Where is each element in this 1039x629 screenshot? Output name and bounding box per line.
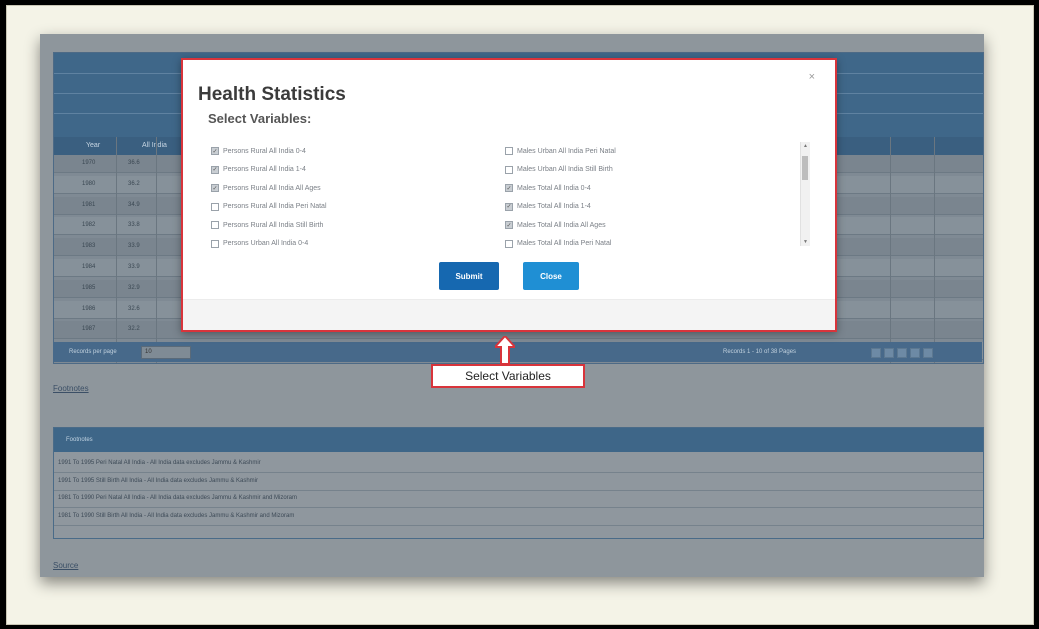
image-frame: Year All India 1970 36.6 1980 36.2 1981 34.9 1… <box>6 5 1034 625</box>
checkbox-unchecked[interactable] <box>211 221 219 229</box>
pager-status: Records 1 - 10 of 38 Pages <box>723 349 797 355</box>
checkbox-checked[interactable]: ✓ <box>505 202 513 211</box>
year-cell: 1982 <box>82 222 96 229</box>
checkbox-unchecked[interactable] <box>211 202 219 211</box>
variable-label: Males Urban All India Still Birth <box>517 166 613 173</box>
modal-title: Health Statistics <box>198 84 346 105</box>
variable-list-scrollbar[interactable]: ▲ ▼ <box>800 142 810 246</box>
variable-option[interactable]: Males Urban All India Peri Natal <box>505 144 616 158</box>
footnotes-panel: Footnotes 1991 To 1995 Peri Natal All In… <box>53 427 984 539</box>
modal-subtitle: Select Variables: <box>208 111 312 126</box>
footnote-text: 1991 To 1995 Peri Natal All India - All … <box>58 460 261 466</box>
variable-option[interactable]: ✓ Persons Rural All India 0-4 <box>211 144 306 158</box>
scroll-thumb[interactable] <box>802 156 808 180</box>
checkbox-unchecked[interactable] <box>505 147 513 155</box>
year-cell: 1986 <box>82 305 96 312</box>
variable-option[interactable]: ✓ Males Total All India All Ages <box>505 218 606 232</box>
footnotes-header: Footnotes <box>54 428 983 452</box>
value-cell: 36.6 <box>128 160 140 166</box>
pager-first-button[interactable] <box>871 348 881 358</box>
footnotes-link[interactable]: Footnotes <box>53 384 89 393</box>
variable-option[interactable]: Persons Rural All India Still Birth <box>211 218 323 232</box>
checkbox-checked[interactable]: ✓ <box>505 221 513 229</box>
table-pager: Records per page 10 Records 1 - 10 of 38… <box>53 342 982 362</box>
year-cell: 1980 <box>82 180 96 187</box>
variable-option[interactable]: Persons Rural All India Peri Natal <box>211 200 327 214</box>
submit-button[interactable]: Submit <box>439 262 499 290</box>
checkbox-unchecked[interactable] <box>211 239 219 248</box>
value-cell: 36.2 <box>128 180 140 187</box>
scroll-up-arrow-icon[interactable]: ▲ <box>801 143 810 149</box>
variable-label: Males Total All India 0-4 <box>517 184 591 192</box>
variable-label: Persons Urban All India 0-4 <box>223 240 309 247</box>
checkbox-checked[interactable]: ✓ <box>505 184 513 192</box>
variable-label: Persons Rural All India 1-4 <box>223 166 306 173</box>
variable-label: Males Total All India 1-4 <box>517 203 591 210</box>
select-variables-callout: Select Variables <box>431 364 585 388</box>
records-per-page-label: Records per page <box>69 349 117 355</box>
up-arrow-icon <box>495 336 515 364</box>
value-cell: 32.2 <box>128 326 140 333</box>
value-cell: 33.9 <box>128 264 140 270</box>
footnote-text: 1981 To 1990 Still Birth All India - All… <box>58 512 295 519</box>
checkbox-unchecked[interactable] <box>505 239 513 248</box>
value-cell: 34.9 <box>128 201 140 208</box>
variable-option[interactable]: ✓ Males Total All India 1-4 <box>505 200 591 214</box>
value-cell: 33.8 <box>128 222 140 229</box>
value-cell: 32.6 <box>128 305 140 312</box>
variable-option[interactable]: Persons Urban All India 0-4 <box>211 237 308 251</box>
column-header-all-india[interactable]: All India <box>142 142 167 149</box>
pager-next-button[interactable] <box>910 348 920 358</box>
footnote-text: 1981 To 1990 Peri Natal All India - All … <box>58 495 298 501</box>
year-cell: 1983 <box>82 243 96 250</box>
footnote-row: 1981 To 1990 Peri Natal All India - All … <box>54 490 983 508</box>
column-header-year[interactable]: Year <box>86 142 100 149</box>
variable-option[interactable]: Males Total All India Peri Natal <box>505 237 611 251</box>
pager-prev-button[interactable] <box>884 348 894 358</box>
variable-checkbox-list: ✓ Persons Rural All India 0-4 ✓ Persons Rur… <box>205 144 815 252</box>
modal-footer <box>183 299 835 330</box>
footnote-row: 1991 To 1995 Peri Natal All India - All … <box>54 455 983 473</box>
value-cell: 32.9 <box>128 284 140 291</box>
year-cell: 1981 <box>82 201 96 208</box>
checkbox-unchecked[interactable] <box>505 165 513 174</box>
pager-last-button[interactable] <box>923 348 933 358</box>
year-cell: 1970 <box>82 160 96 166</box>
variable-label: Males Total All India All Ages <box>517 221 606 229</box>
footnote-text: 1991 To 1995 Still Birth All India - All… <box>58 477 258 484</box>
variable-label: Persons Rural All India Still Birth <box>223 221 324 229</box>
records-per-page-select[interactable]: 10 <box>141 346 191 359</box>
value-cell: 33.9 <box>128 243 140 250</box>
checkbox-checked[interactable]: ✓ <box>211 165 219 174</box>
checkbox-checked[interactable]: ✓ <box>211 184 219 192</box>
variable-label: Persons Rural All India All Ages <box>223 184 321 192</box>
variable-option[interactable]: ✓ Males Total All India 0-4 <box>505 181 591 195</box>
variable-label: Persons Rural All India Peri Natal <box>223 203 327 210</box>
pager-page-button[interactable] <box>897 348 907 358</box>
variable-label: Persons Rural All India 0-4 <box>223 147 306 155</box>
footnote-row: 1991 To 1995 Still Birth All India - All… <box>54 473 983 491</box>
close-button[interactable]: Close <box>523 262 579 290</box>
year-cell: 1985 <box>82 284 96 291</box>
checkbox-checked[interactable]: ✓ <box>211 147 219 155</box>
variable-option[interactable]: Males Urban All India Still Birth <box>505 163 613 177</box>
year-cell: 1987 <box>82 326 96 333</box>
scroll-down-arrow-icon[interactable]: ▼ <box>801 239 810 245</box>
variable-option[interactable]: ✓ Persons Rural All India 1-4 <box>211 163 306 177</box>
select-variables-modal: Health Statistics Select Variables: × ✓ P… <box>181 58 837 332</box>
footnote-row: 1981 To 1990 Still Birth All India - All… <box>54 508 983 526</box>
variable-label: Males Total All India Peri Natal <box>517 240 612 247</box>
year-cell: 1984 <box>82 264 96 270</box>
variable-label: Males Urban All India Peri Natal <box>517 147 616 155</box>
variable-option[interactable]: ✓ Persons Rural All India All Ages <box>211 181 321 195</box>
source-link[interactable]: Source <box>53 561 78 570</box>
close-icon[interactable]: × <box>809 71 815 83</box>
